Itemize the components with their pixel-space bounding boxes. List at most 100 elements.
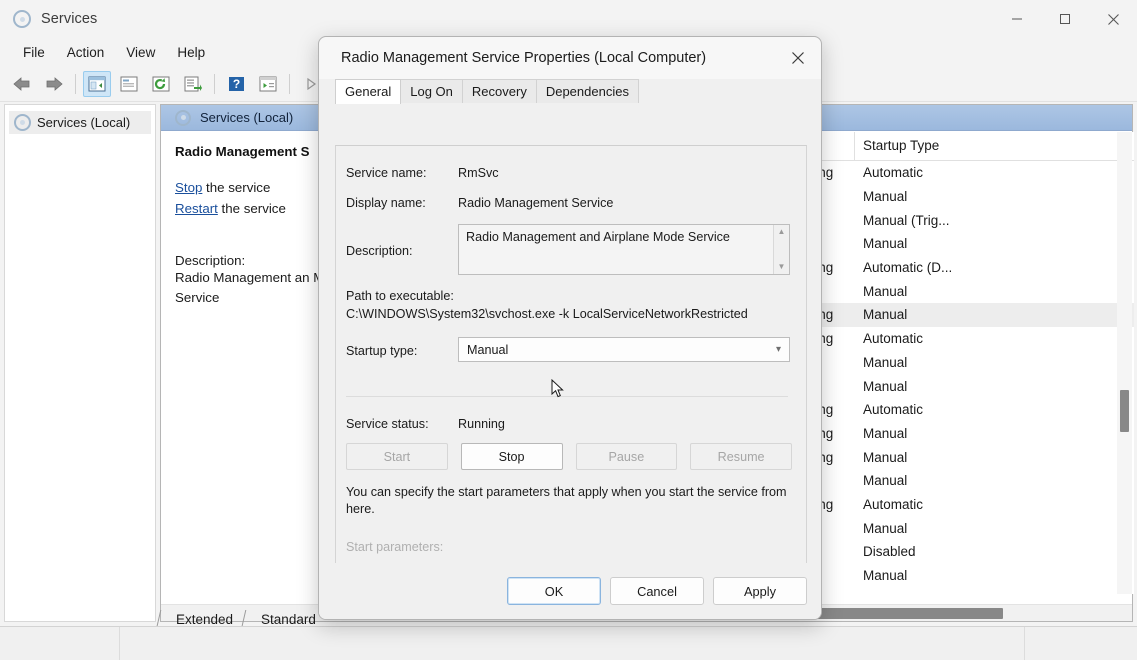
tab-recovery[interactable]: Recovery [462,79,537,103]
back-icon[interactable] [8,71,36,97]
menu-action[interactable]: Action [56,42,116,63]
restart-suffix: the service [218,201,286,216]
services-gear-icon [175,110,191,126]
mouse-cursor [551,379,565,404]
chevron-down-icon: ▾ [776,344,781,355]
toolbar-separator-2 [214,74,215,94]
cell-startup-type: Manual (Trig... [855,213,1045,228]
dialog-footer: OK Cancel Apply [319,563,822,619]
service-status-row: Service status: Running [346,415,792,431]
start-parameters-label: Start parameters: [346,540,792,554]
toolbar-separator [75,74,76,94]
path-to-executable-value: C:\WINDOWS\System32\svchost.exe -k Local… [346,307,792,321]
stop-service-link[interactable]: Stop [175,180,202,195]
toolbar-separator-3 [289,74,290,94]
statusbar-cell-3 [1025,627,1135,660]
display-name-label: Display name: [346,194,458,210]
startup-type-label: Startup type: [346,342,458,358]
startup-type-row: Startup type: Manual ▾ [346,337,792,362]
window-titlebar: Services [0,0,1137,38]
result-pane-header-label: Services (Local) [200,110,293,125]
cell-startup-type: Automatic [855,165,1045,180]
statusbar-cell-2 [120,627,1025,660]
minimize-button[interactable] [993,0,1041,38]
service-properties-dialog: Radio Management Service Properties (Loc… [318,36,822,620]
restart-service-link[interactable]: Restart [175,201,218,216]
services-app-window: Services File Action View Help [0,0,1137,660]
description-text: Radio Management and Airplane Mode Servi… [466,230,730,244]
stop-suffix: the service [202,180,270,195]
start-parameters-hint: You can specify the start parameters tha… [346,484,791,518]
column-header-startup-type[interactable]: Startup Type [855,132,1035,160]
refresh-icon[interactable] [147,71,175,97]
display-name-row: Display name: Radio Management Service [346,194,792,210]
scroll-down-arrow-icon[interactable]: ▼ [778,263,786,271]
start-service-view-icon[interactable] [254,71,282,97]
tab-log-on[interactable]: Log On [400,79,463,103]
statusbar-cell-1 [0,627,120,660]
start-button[interactable]: Start [346,443,448,470]
cell-startup-type: Manual [855,189,1045,204]
cell-startup-type: Manual [855,473,1045,488]
service-name-value: RmSvc [458,164,499,180]
service-status-value: Running [458,415,505,431]
console-tree-pane: Services (Local) [4,104,156,622]
service-control-buttons: Start Stop Pause Resume [346,443,792,470]
cancel-button[interactable]: Cancel [610,577,704,605]
help-icon[interactable]: ? [222,71,250,97]
dialog-general-panel: Service name: RmSvc Display name: Radio … [335,145,807,607]
tab-dependencies[interactable]: Dependencies [536,79,639,103]
svg-text:?: ? [232,77,239,91]
service-status-label: Service status: [346,415,458,431]
maximize-button[interactable] [1041,0,1089,38]
cell-startup-type: Automatic [855,497,1045,512]
cell-startup-type: Manual [855,355,1045,370]
tab-general[interactable]: General [335,79,401,104]
tree-item-label: Services (Local) [37,115,130,130]
service-name-label: Service name: [346,164,458,180]
cell-startup-type: Disabled [855,544,1045,559]
display-name-value: Radio Management Service [458,194,613,210]
cell-startup-type: Automatic [855,402,1045,417]
menu-help[interactable]: Help [166,42,216,63]
tree-item-services-local[interactable]: Services (Local) [9,111,151,134]
cell-startup-type: Manual [855,307,1045,322]
menu-view[interactable]: View [115,42,166,63]
scroll-up-arrow-icon[interactable]: ▲ [778,228,786,236]
service-name-row: Service name: RmSvc [346,164,792,180]
cell-startup-type: Manual [855,379,1045,394]
cell-startup-type: Manual [855,236,1045,251]
statusbar [0,626,1137,660]
stop-button[interactable]: Stop [461,443,563,470]
apply-button[interactable]: Apply [713,577,807,605]
description-textarea[interactable]: Radio Management and Airplane Mode Servi… [458,224,790,275]
section-divider [346,396,788,397]
dialog-close-icon[interactable] [775,37,821,79]
cell-startup-type: Manual [855,426,1045,441]
list-vertical-scrollbar[interactable] [1117,132,1132,594]
window-controls [993,0,1137,38]
properties-icon[interactable] [115,71,143,97]
resume-button[interactable]: Resume [690,443,792,470]
window-title: Services [41,11,97,27]
dialog-title: Radio Management Service Properties (Loc… [341,50,706,66]
forward-icon[interactable] [40,71,68,97]
dialog-tabs: General Log On Recovery Dependencies [335,79,821,103]
show-hide-console-tree-icon[interactable] [83,71,111,97]
cell-startup-type: Automatic [855,331,1045,346]
list-vertical-scrollbar-thumb[interactable] [1120,390,1129,432]
menu-file[interactable]: File [12,42,56,63]
services-gear-icon [13,10,31,28]
cell-startup-type: Automatic (D... [855,260,1045,275]
ok-button[interactable]: OK [507,577,601,605]
pause-button[interactable]: Pause [576,443,678,470]
dialog-titlebar: Radio Management Service Properties (Loc… [319,37,821,79]
startup-type-dropdown[interactable]: Manual ▾ [458,337,790,362]
close-button[interactable] [1089,0,1137,38]
export-list-icon[interactable] [179,71,207,97]
path-to-executable-label: Path to executable: [346,289,792,303]
description-label: Description: [346,242,458,258]
cell-startup-type: Manual [855,284,1045,299]
cell-startup-type: Manual [855,450,1045,465]
description-scrollbar[interactable]: ▲ ▼ [773,225,789,274]
